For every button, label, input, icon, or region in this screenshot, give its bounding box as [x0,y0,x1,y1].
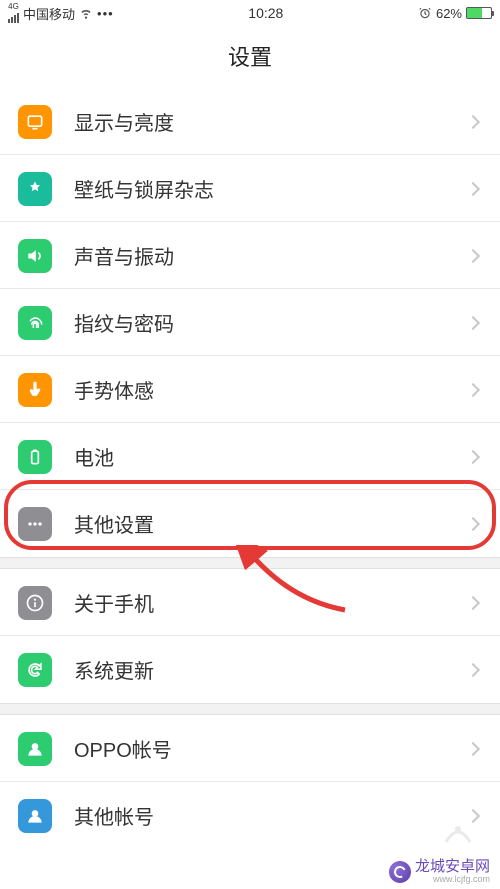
watermark-url: www.lcjfg.com [433,875,490,885]
settings-list: 显示与亮度 壁纸与锁屏杂志 声音与振动 指纹与密码 手势体感 电池 [0,88,500,849]
chevron-right-icon [466,595,480,609]
other-icon [18,507,52,541]
alarm-icon [418,6,432,20]
item-gesture[interactable]: 手势体感 [0,356,500,423]
status-left: 4G 中国移动 ••• [8,3,114,23]
chevron-right-icon [466,741,480,755]
update-icon [18,653,52,687]
item-label: 指纹与密码 [74,308,468,337]
other-account-icon [18,799,52,833]
watermark-logo-icon [389,861,411,883]
item-oppo-account[interactable]: OPPO帐号 [0,715,500,782]
item-label: 显示与亮度 [74,107,468,136]
status-time: 10:28 [248,5,283,21]
signal-icon [8,11,19,23]
battery-icon [466,7,492,19]
item-about[interactable]: 关于手机 [0,569,500,636]
fingerprint-icon [18,306,52,340]
battery-icon [18,440,52,474]
item-fingerprint[interactable]: 指纹与密码 [0,289,500,356]
status-right: 62% [418,6,492,21]
watermark-text: 龙城安卓网 [415,859,490,876]
item-other-account[interactable]: 其他帐号 [0,782,500,849]
chevron-right-icon [466,449,480,463]
watermark: 龙城安卓网 www.lcjfg.com [389,859,490,885]
network-type: 4G [8,3,19,11]
page-title: 设置 [0,26,500,88]
chevron-right-icon [466,248,480,262]
item-sound[interactable]: 声音与振动 [0,222,500,289]
gesture-icon [18,373,52,407]
wifi-icon [79,6,93,20]
carrier-label: 中国移动 [23,4,75,23]
item-label: 声音与振动 [74,241,468,270]
item-label: 系统更新 [74,655,468,684]
battery-percent: 62% [436,6,462,21]
chevron-right-icon [466,382,480,396]
status-bar: 4G 中国移动 ••• 10:28 62% [0,0,500,26]
about-icon [18,586,52,620]
item-wallpaper[interactable]: 壁纸与锁屏杂志 [0,155,500,222]
item-label: 其他帐号 [74,801,468,830]
chevron-right-icon [466,114,480,128]
item-other-settings[interactable]: 其他设置 [0,490,500,557]
item-label: 手势体感 [74,375,468,404]
watermark-faded-icon [436,817,480,847]
item-update[interactable]: 系统更新 [0,636,500,703]
chevron-right-icon [466,315,480,329]
more-icon: ••• [97,6,114,21]
item-label: 其他设置 [74,509,468,538]
item-label: 壁纸与锁屏杂志 [74,174,468,203]
chevron-right-icon [466,662,480,676]
item-label: 电池 [74,442,468,471]
section-separator [0,703,500,715]
item-battery[interactable]: 电池 [0,423,500,490]
chevron-right-icon [466,181,480,195]
wallpaper-icon [18,172,52,206]
chevron-right-icon [466,516,480,530]
item-label: OPPO帐号 [74,734,468,763]
display-icon [18,105,52,139]
oppo-account-icon [18,732,52,766]
sound-icon [18,239,52,273]
section-separator [0,557,500,569]
item-display[interactable]: 显示与亮度 [0,88,500,155]
item-label: 关于手机 [74,588,468,617]
